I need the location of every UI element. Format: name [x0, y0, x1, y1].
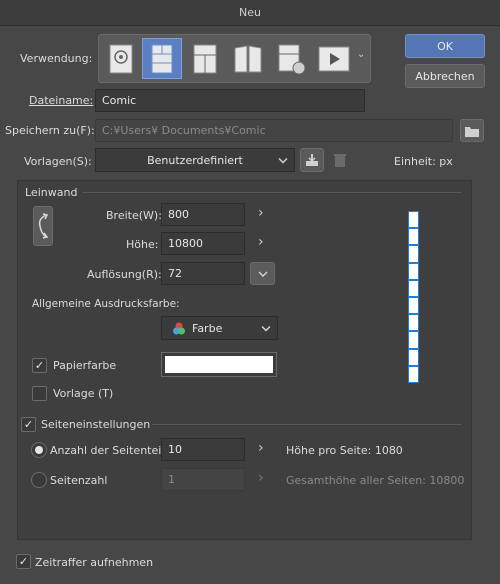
timelapse-label: Zeitraffer aufnehmen	[35, 556, 154, 569]
unit-label: Einheit: px	[394, 155, 453, 168]
page-preview-segment	[408, 245, 419, 263]
print-color-value: Farbe	[192, 321, 223, 335]
chevron-down-icon	[278, 154, 288, 167]
page-settings-checkbox[interactable]: ✓	[21, 417, 36, 432]
parts-input[interactable]: 10	[161, 438, 245, 461]
height-label: Höhe:	[126, 238, 159, 251]
templates-label: Vorlagen(S):	[24, 155, 92, 168]
page-count-chevron-right-icon: ›	[258, 470, 264, 486]
print-color-dropdown[interactable]: Farbe	[161, 316, 278, 340]
book-usage-icon[interactable]	[228, 38, 268, 79]
height-input[interactable]: 10800	[161, 232, 245, 255]
paper-color-fill	[165, 356, 273, 373]
page-preview-strip	[408, 211, 419, 384]
height-per-page-info: Höhe pro Seite: 1080	[286, 444, 403, 457]
chevron-down-icon	[261, 322, 271, 335]
usage-label: Verwendung:	[20, 52, 93, 65]
page-preview-segment	[408, 348, 419, 366]
print-color-label: Allgemeine Ausdrucksfarbe:	[32, 298, 180, 310]
timelapse-checkbox[interactable]: ✓	[16, 554, 31, 569]
page-count-radio[interactable]	[31, 472, 47, 488]
total-height-info: Gesamthöhe aller Seiten: 10800	[286, 474, 465, 487]
swap-orientation-icon[interactable]	[33, 206, 53, 246]
template-label: Vorlage (T)	[53, 387, 114, 400]
canvas-section-label: Leinwand	[25, 186, 78, 199]
page-preview-segment	[408, 279, 419, 298]
page-preview-segment	[408, 297, 419, 315]
width-input[interactable]: 800	[161, 203, 245, 226]
trash-icon[interactable]	[333, 152, 347, 171]
illustration-usage-icon[interactable]	[101, 38, 141, 79]
resolution-input[interactable]: 72	[161, 262, 245, 285]
filename-input[interactable]: Comic	[95, 89, 365, 112]
page-preview-segment	[408, 211, 419, 229]
paper-color-label: Papierfarbe	[53, 359, 117, 372]
width-chevron-right-icon[interactable]: ›	[258, 205, 264, 221]
templates-dropdown-value: Benutzerdefiniert	[147, 153, 243, 167]
page-settings-label: Seiteneinstellungen	[41, 418, 151, 431]
print-settings-usage-icon[interactable]	[271, 38, 311, 79]
page-preview-segment	[408, 262, 419, 280]
template-checkbox[interactable]	[32, 386, 47, 401]
page-preview-segment	[408, 314, 419, 332]
templates-dropdown[interactable]: Benutzerdefiniert	[95, 148, 295, 172]
parts-chevron-right-icon[interactable]: ›	[258, 440, 264, 456]
height-chevron-right-icon[interactable]: ›	[258, 234, 264, 250]
page-preview-segment	[408, 331, 419, 349]
usage-selector: ⌄	[98, 34, 371, 83]
filename-label: Dateiname:	[29, 94, 94, 107]
resolution-dropdown-chevron-icon[interactable]	[250, 262, 275, 285]
save-path-field: C:¥Users¥ Documents¥Comic	[95, 119, 453, 142]
resolution-label: Auflösung(R):	[87, 268, 162, 281]
folder-open-icon[interactable]	[460, 119, 484, 142]
page-preview-segment	[408, 228, 419, 246]
save-template-icon[interactable]	[300, 148, 324, 172]
divider	[152, 424, 462, 425]
usage-more-chevron-icon[interactable]: ⌄	[357, 49, 365, 60]
save-to-label: Speichern zu(F):	[5, 124, 95, 137]
page-preview-segment	[408, 365, 419, 384]
width-label: Breite(W):	[106, 209, 162, 222]
paper-color-checkbox[interactable]: ✓	[32, 358, 47, 373]
divider	[82, 192, 462, 193]
cancel-button[interactable]: Abbrechen	[405, 64, 485, 88]
paper-color-swatch[interactable]	[161, 352, 277, 377]
comic-usage-icon[interactable]	[185, 38, 225, 79]
window-title: Neu	[0, 0, 500, 26]
parts-label: Anzahl der Seitenteile	[50, 444, 172, 457]
ok-button[interactable]: OK	[405, 34, 485, 58]
page-count-label: Seitenzahl	[50, 474, 108, 487]
webtoon-usage-icon[interactable]	[142, 38, 182, 79]
color-mode-icon	[172, 322, 186, 338]
animation-usage-icon[interactable]	[314, 38, 354, 79]
parts-radio[interactable]	[31, 442, 47, 458]
page-count-input: 1	[161, 468, 245, 491]
